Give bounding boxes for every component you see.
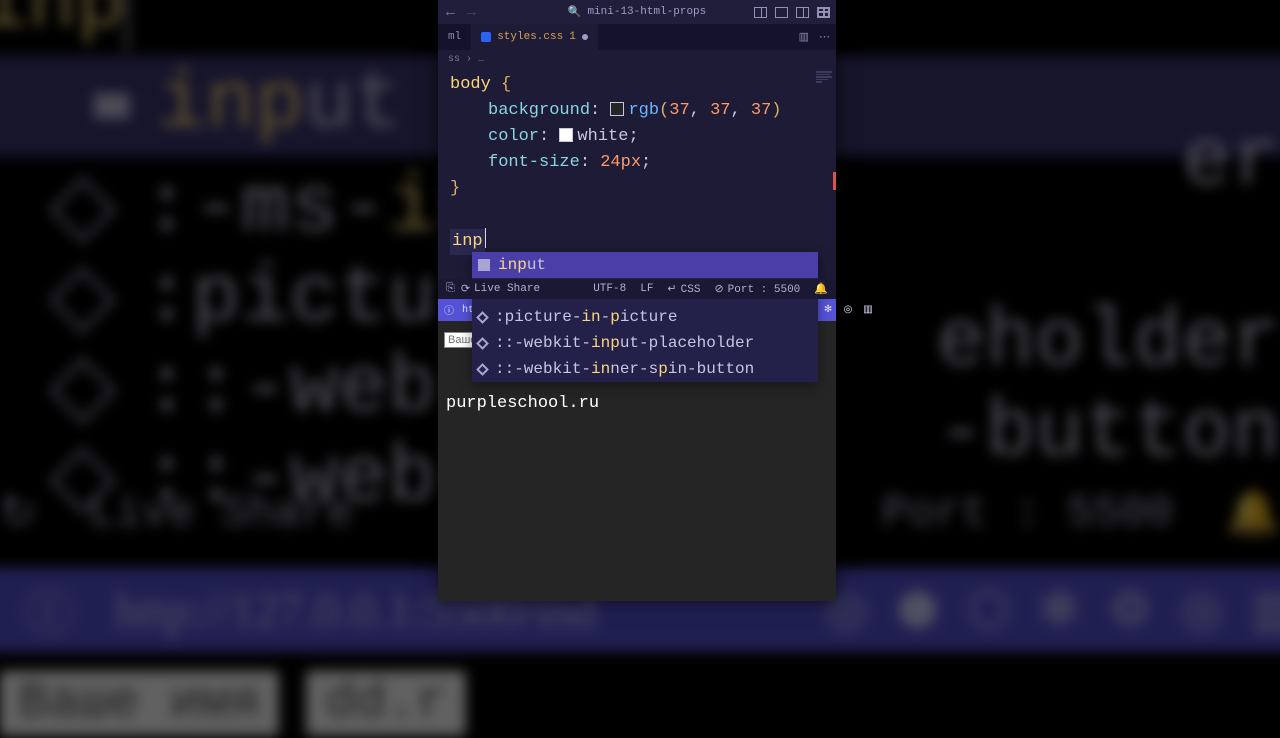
layout-grid-icon[interactable]	[817, 7, 830, 18]
encoding[interactable]: UTF-8	[593, 283, 626, 295]
live-share-icon: ⟳	[461, 282, 470, 296]
color-swatch-icon	[559, 128, 573, 142]
tab-bar: ml styles.css 1 ▥ ⋯	[438, 24, 836, 50]
color-swatch-icon	[610, 102, 624, 116]
live-server-port[interactable]: ⊘Port : 5500	[714, 282, 800, 296]
record-icon[interactable]: ◎	[842, 304, 854, 316]
remote-icon[interactable]: ⎘	[446, 283, 455, 295]
status-bar: ⎘ ⟳Live Share UTF-8 LF ↵CSS ⊘Port : 5500…	[438, 279, 836, 299]
project-name: mini-13-html-props	[587, 6, 706, 18]
snippet-icon	[478, 259, 490, 271]
info-icon[interactable]: ⓘ	[444, 304, 454, 316]
unsaved-dot-icon	[582, 34, 588, 40]
language-mode[interactable]: ↵CSS	[667, 282, 700, 296]
brand-text: purpleschool.ru	[446, 394, 830, 413]
tab-styles-css[interactable]: styles.css 1	[471, 24, 598, 50]
code-editor[interactable]: body { background: rgb(37, 37, 37) color…	[438, 68, 836, 279]
atom-icon[interactable]: ✻	[822, 304, 834, 316]
panel-icon[interactable]: ▥	[862, 304, 874, 316]
layout-left-icon[interactable]	[754, 7, 767, 18]
eol[interactable]: LF	[640, 283, 653, 295]
property-icon	[476, 311, 489, 324]
search-icon: 🔍	[568, 5, 582, 19]
split-editor-icon[interactable]: ▥	[799, 30, 809, 44]
layout-bottom-icon[interactable]	[775, 7, 788, 18]
layout-right-icon[interactable]	[796, 7, 809, 18]
forward-icon[interactable]: →	[467, 4, 476, 21]
ac-item[interactable]: ::-webkit-input-placeholder	[472, 330, 818, 356]
back-icon[interactable]: ←	[446, 4, 455, 21]
breadcrumb[interactable]: ss›…	[438, 50, 836, 68]
tab-label: styles.css	[497, 31, 563, 43]
ac-item[interactable]: ::-webkit-inner-spin-button	[472, 356, 818, 382]
tab-index-html[interactable]: ml	[438, 24, 471, 50]
autocomplete-popup: input :-ms-input-placeholder :picture-in…	[472, 252, 818, 382]
text-cursor	[485, 228, 487, 248]
live-share-button[interactable]: ⟳Live Share	[461, 282, 540, 296]
notifications-icon[interactable]: 🔔	[814, 282, 828, 296]
editor-window: ← → 🔍 mini-13-html-props ml styles.css 1…	[438, 0, 836, 601]
property-icon	[476, 337, 489, 350]
ac-item[interactable]: :picture-in-picture	[472, 304, 818, 330]
error-marker	[833, 172, 836, 190]
ac-item[interactable]: input	[472, 252, 818, 278]
more-icon[interactable]: ⋯	[819, 30, 830, 44]
property-icon	[476, 363, 489, 376]
minimap[interactable]	[814, 70, 834, 100]
command-center[interactable]: 🔍 mini-13-html-props	[568, 5, 707, 19]
css-file-icon	[481, 32, 491, 42]
titlebar: ← → 🔍 mini-13-html-props	[438, 0, 836, 24]
